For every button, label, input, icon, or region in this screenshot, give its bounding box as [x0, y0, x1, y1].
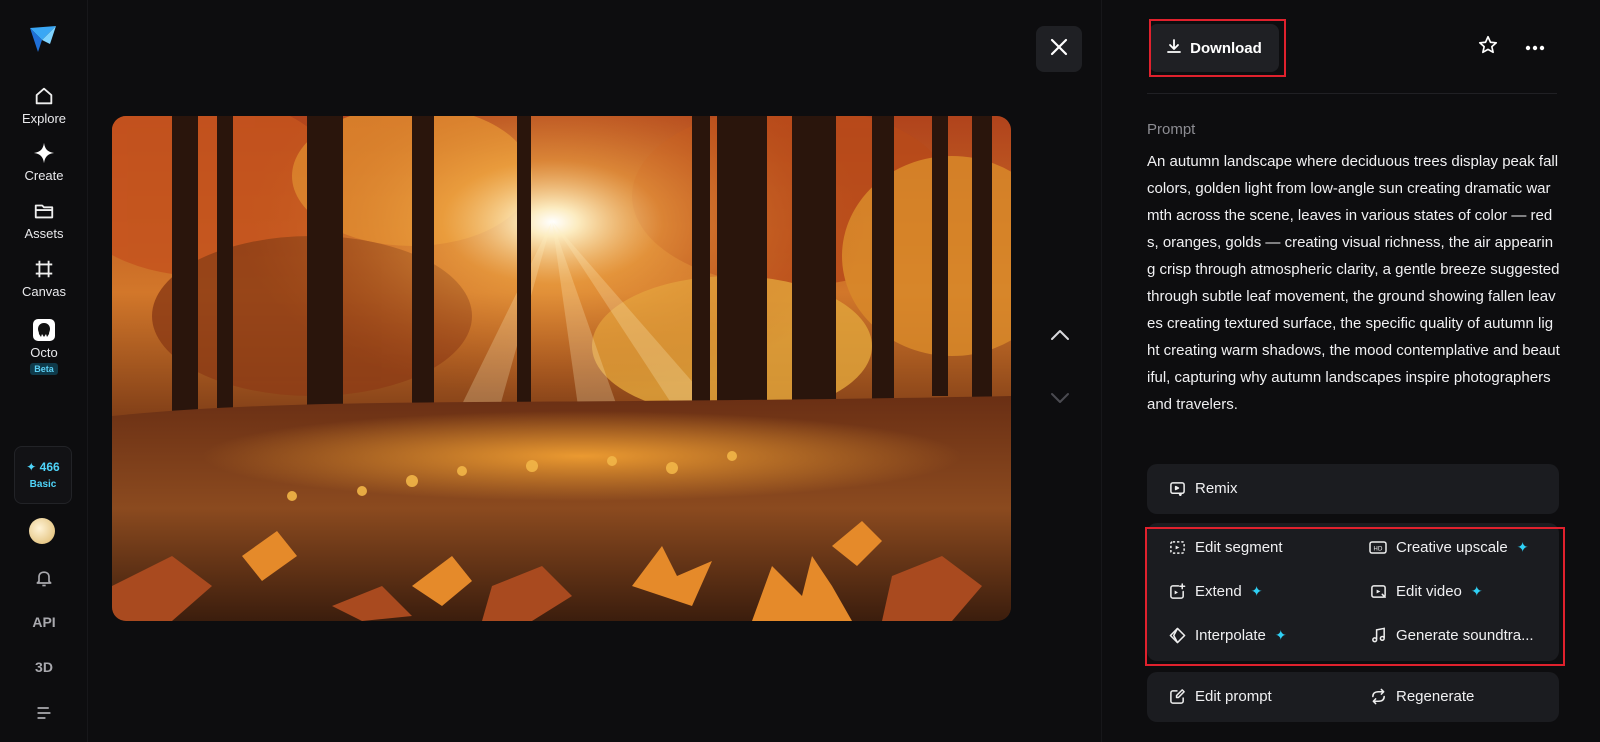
sparkle-icon [32, 141, 56, 165]
octo-icon [32, 318, 56, 342]
notifications-button[interactable] [0, 566, 88, 590]
more-horizontal-icon [1525, 38, 1545, 56]
next-item-button[interactable] [1045, 385, 1075, 415]
avatar[interactable] [29, 518, 55, 544]
regenerate-button[interactable]: Regenerate [1369, 687, 1474, 705]
crop-grid-icon [32, 257, 56, 281]
edit-segment-label: Edit segment [1195, 538, 1283, 556]
beta-badge: Beta [30, 363, 58, 375]
previous-item-button[interactable] [1045, 322, 1075, 352]
edit-segment-button[interactable]: Edit segment [1168, 538, 1283, 556]
extend-button[interactable]: Extend ✦ [1168, 582, 1262, 600]
interpolate-icon [1168, 626, 1186, 644]
edit-video-label: Edit video [1396, 582, 1462, 600]
edit-prompt-button[interactable]: Edit prompt [1168, 687, 1272, 705]
chevron-up-icon [1050, 328, 1070, 346]
remix-card: Remix [1147, 464, 1559, 514]
premium-sparkle-icon: ✦ [1250, 582, 1263, 599]
edit-video-button[interactable]: Edit video ✦ [1369, 582, 1483, 600]
sidebar-item-label: Explore [21, 111, 67, 126]
plan-label: Basic [29, 479, 57, 490]
sidebar-item-label: Canvas [21, 284, 67, 299]
generate-soundtrack-label: Generate soundtra... [1396, 626, 1534, 644]
menu-icon [32, 701, 56, 725]
download-label: Download [1190, 39, 1262, 57]
extend-label: Extend [1195, 582, 1242, 600]
generated-media-preview [112, 116, 1011, 621]
menu-button[interactable] [0, 701, 88, 725]
sidebar-item-create[interactable]: Create [0, 141, 88, 183]
download-button[interactable]: Download [1149, 24, 1279, 72]
music-note-icon [1369, 626, 1387, 644]
prompt-actions-card: Edit prompt Regenerate [1147, 672, 1559, 722]
sidebar-item-canvas[interactable]: Canvas [0, 257, 88, 299]
folder-icon [32, 199, 56, 223]
remix-icon [1168, 479, 1186, 497]
download-icon [1166, 38, 1182, 58]
sidebar-item-assets[interactable]: Assets [0, 199, 88, 241]
premium-sparkle-icon: ✦ [1470, 582, 1483, 599]
3d-link[interactable]: 3D [0, 659, 88, 675]
close-button[interactable] [1036, 26, 1082, 72]
credits-amount: ✦ 466 [26, 460, 60, 474]
app-logo[interactable] [28, 24, 58, 54]
edit-video-icon [1369, 582, 1387, 600]
api-link[interactable]: API [0, 614, 88, 630]
extend-icon [1168, 582, 1186, 600]
generate-soundtrack-button[interactable]: Generate soundtra... [1369, 626, 1534, 644]
sidebar-item-octo[interactable]: Octo Beta [0, 318, 88, 375]
credits-badge[interactable]: ✦ 466 Basic [14, 446, 72, 504]
sidebar: Explore Create Assets Canvas Octo Beta ✦… [0, 0, 88, 742]
sidebar-item-label: Create [24, 168, 64, 183]
prompt-text: An autumn landscape where deciduous tree… [1147, 153, 1560, 413]
prompt-fade-overlay [1147, 405, 1560, 445]
edit-prompt-label: Edit prompt [1195, 687, 1272, 705]
svg-text:HD: HD [1373, 545, 1383, 552]
edit-prompt-icon [1168, 687, 1186, 705]
regenerate-label: Regenerate [1396, 687, 1475, 705]
sidebar-item-label: Assets [24, 226, 64, 241]
edit-segment-icon [1168, 538, 1186, 556]
creative-upscale-button[interactable]: HD Creative upscale ✦ [1369, 538, 1528, 556]
more-options-button[interactable] [1520, 32, 1550, 62]
premium-sparkle-icon: ✦ [1274, 626, 1287, 643]
hd-upscale-icon: HD [1369, 538, 1387, 556]
regenerate-icon [1369, 687, 1387, 705]
star-icon [1477, 34, 1499, 61]
remix-label: Remix [1195, 479, 1238, 497]
interpolate-button[interactable]: Interpolate ✦ [1168, 626, 1287, 644]
favorite-button[interactable] [1473, 32, 1503, 62]
sidebar-item-explore[interactable]: Explore [0, 84, 88, 126]
premium-sparkle-icon: ✦ [1516, 538, 1529, 555]
prompt-label: Prompt [1147, 121, 1196, 138]
panel-divider [1101, 0, 1102, 742]
header-divider [1147, 93, 1557, 94]
close-icon [1050, 38, 1068, 61]
interpolate-label: Interpolate [1195, 626, 1266, 644]
edit-tools-card: Edit segment HD Creative upscale ✦ Exten… [1147, 523, 1559, 661]
creative-upscale-label: Creative upscale [1396, 538, 1508, 556]
chevron-down-icon [1050, 391, 1070, 409]
home-icon [32, 84, 56, 108]
bell-icon [32, 566, 56, 590]
remix-button[interactable]: Remix [1168, 479, 1238, 497]
sidebar-item-label: Octo [30, 345, 58, 360]
